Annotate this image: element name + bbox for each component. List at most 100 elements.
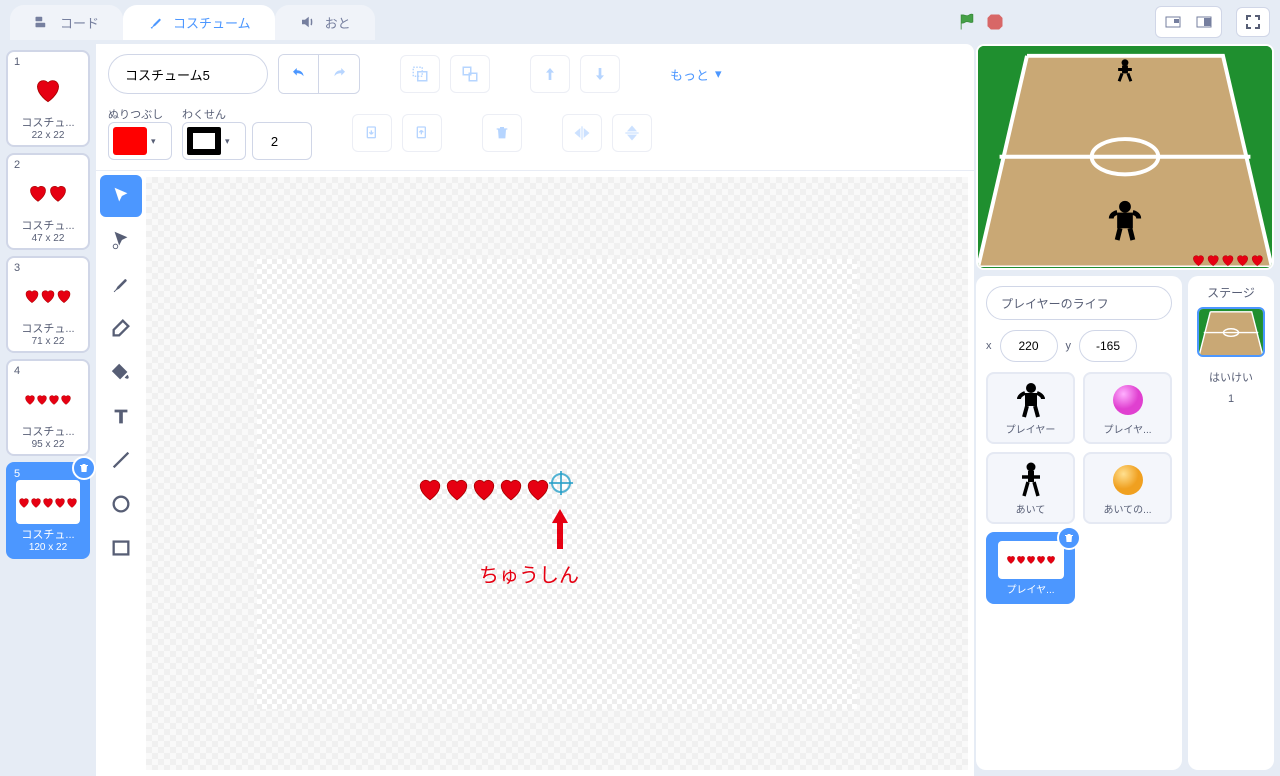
tab-code[interactable]: コード bbox=[10, 5, 123, 40]
fullscreen-button[interactable] bbox=[1236, 7, 1270, 37]
costume-name-label: コスチュ... bbox=[12, 526, 84, 542]
costume-name-input[interactable] bbox=[108, 54, 268, 94]
costume-number: 1 bbox=[14, 56, 20, 68]
y-input[interactable] bbox=[1079, 330, 1137, 362]
code-icon bbox=[34, 13, 52, 31]
x-input[interactable] bbox=[1000, 330, 1058, 362]
sprite-tile-opponent-ball[interactable]: あいての... bbox=[1083, 452, 1172, 524]
costume-item-5[interactable]: 5 コスチュ... 120 x 22 bbox=[6, 462, 90, 559]
more-dropdown[interactable]: もっと ▾ bbox=[660, 65, 732, 84]
tab-costumes[interactable]: コスチューム bbox=[123, 5, 275, 40]
text-tool[interactable] bbox=[100, 395, 142, 437]
x-label: x bbox=[986, 340, 992, 352]
large-stage-button[interactable] bbox=[1190, 10, 1218, 34]
eraser-tool[interactable] bbox=[100, 307, 142, 349]
canvas-background[interactable]: ちゅうしん bbox=[146, 177, 968, 770]
costume-size-label: 47 x 22 bbox=[12, 233, 84, 244]
ungroup-button[interactable] bbox=[450, 55, 490, 93]
tab-code-label: コード bbox=[60, 13, 99, 32]
costume-name-label: コスチュ... bbox=[12, 114, 84, 130]
redo-button[interactable] bbox=[319, 55, 359, 93]
stage-panel: ステージ はいけい 1 bbox=[1188, 276, 1274, 770]
green-flag-icon[interactable] bbox=[957, 12, 977, 32]
artboard[interactable]: ちゅうしん bbox=[257, 259, 857, 709]
right-column: プレイヤーのライフ x y プレイヤー プレイヤ... bbox=[974, 44, 1280, 776]
outline-color-picker[interactable]: ▾ bbox=[182, 122, 246, 160]
costume-number: 5 bbox=[14, 468, 20, 480]
sprite-label: あいての... bbox=[1103, 501, 1151, 516]
costume-name-label: コスチュ... bbox=[12, 217, 84, 233]
copy-button[interactable] bbox=[352, 114, 392, 152]
backdrop-count: 1 bbox=[1228, 393, 1234, 405]
stage-size-buttons bbox=[1155, 6, 1222, 38]
line-tool[interactable] bbox=[100, 439, 142, 481]
canvas-area: ちゅうしん bbox=[96, 171, 974, 776]
chevron-down-icon: ▾ bbox=[715, 66, 722, 82]
costume-name-label: コスチュ... bbox=[12, 423, 84, 439]
sprite-tile-player-ball[interactable]: プレイヤ... bbox=[1083, 372, 1172, 444]
costume-item-2[interactable]: 2 コスチュ... 47 x 22 bbox=[6, 153, 90, 250]
sprite-thumbnail bbox=[1018, 461, 1044, 499]
sprite-tile-opponent[interactable]: あいて bbox=[986, 452, 1075, 524]
reshape-tool[interactable] bbox=[100, 219, 142, 261]
sprite-thumbnail bbox=[1111, 381, 1145, 419]
stop-icon[interactable] bbox=[985, 12, 1005, 32]
sprite-tile-player[interactable]: プレイヤー bbox=[986, 372, 1075, 444]
rectangle-tool[interactable] bbox=[100, 527, 142, 569]
sprite-thumbnail bbox=[1016, 381, 1046, 419]
sprite-name-input[interactable]: プレイヤーのライフ bbox=[986, 286, 1172, 320]
undo-button[interactable] bbox=[279, 55, 319, 93]
top-bar: コード コスチューム おと bbox=[0, 0, 1280, 44]
sprite-tile-player-life[interactable]: プレイヤ... bbox=[986, 532, 1075, 604]
costume-item-3[interactable]: 3 コスチュ... 71 x 22 bbox=[6, 256, 90, 353]
backward-button[interactable] bbox=[580, 55, 620, 93]
paste-button[interactable] bbox=[402, 114, 442, 152]
stage-thumbnail[interactable] bbox=[1197, 307, 1265, 357]
sprite-panel: プレイヤーのライフ x y プレイヤー プレイヤ... bbox=[976, 276, 1182, 770]
annotation-arrow bbox=[550, 507, 570, 551]
fill-color-picker[interactable]: ▾ bbox=[108, 122, 172, 160]
backdrop-label: はいけい bbox=[1209, 369, 1253, 385]
toolbar-row-1: もっと ▾ bbox=[108, 54, 962, 94]
tab-sounds[interactable]: おと bbox=[275, 5, 375, 40]
tab-sounds-label: おと bbox=[325, 13, 351, 32]
flip-vertical-button[interactable] bbox=[612, 114, 652, 152]
outline-width-input[interactable] bbox=[252, 122, 312, 160]
toolbar-row-2: ぬりつぶし ▾ わくせん ▾ bbox=[108, 106, 962, 160]
outline-label: わくせん bbox=[182, 106, 312, 122]
flip-horizontal-button[interactable] bbox=[562, 114, 602, 152]
more-label: もっと bbox=[670, 65, 709, 84]
fill-tool[interactable] bbox=[100, 351, 142, 393]
run-controls bbox=[957, 12, 1005, 32]
annotation-text: ちゅうしん bbox=[479, 559, 579, 588]
tab-costumes-label: コスチューム bbox=[173, 13, 251, 32]
arrow-up-icon bbox=[550, 507, 570, 551]
main-layout: 1 コスチュ... 22 x 22 2 コスチュ... 47 x 22 3 コス… bbox=[0, 44, 1280, 776]
forward-button[interactable] bbox=[530, 55, 570, 93]
stage-title: ステージ bbox=[1207, 284, 1255, 301]
costume-name-label: コスチュ... bbox=[12, 320, 84, 336]
outline-swatch bbox=[187, 127, 221, 155]
group-button[interactable] bbox=[400, 55, 440, 93]
delete-sprite-button[interactable] bbox=[1057, 526, 1081, 550]
stage-content bbox=[978, 46, 1272, 267]
costume-thumbnail bbox=[16, 171, 80, 215]
fill-label: ぬりつぶし bbox=[108, 106, 172, 122]
sprite-info: プレイヤーのライフ bbox=[986, 286, 1172, 320]
paint-editor: もっと ▾ ぬりつぶし ▾ わくせん ▾ bbox=[96, 44, 974, 776]
stage-preview[interactable] bbox=[976, 44, 1274, 270]
costume-item-1[interactable]: 1 コスチュ... 22 x 22 bbox=[6, 50, 90, 147]
drawing-tools bbox=[96, 171, 144, 776]
canvas-wrapper: ちゅうしん bbox=[144, 171, 974, 776]
select-tool[interactable] bbox=[100, 175, 142, 217]
circle-tool[interactable] bbox=[100, 483, 142, 525]
delete-costume-button[interactable] bbox=[72, 456, 96, 480]
sprite-label: プレイヤ... bbox=[1006, 581, 1054, 596]
delete-button[interactable] bbox=[482, 114, 522, 152]
costume-size-label: 22 x 22 bbox=[12, 130, 84, 141]
costume-item-4[interactable]: 4 コスチュ... 95 x 22 bbox=[6, 359, 90, 456]
brush-tool[interactable] bbox=[100, 263, 142, 305]
small-stage-button[interactable] bbox=[1159, 10, 1187, 34]
costume-list: 1 コスチュ... 22 x 22 2 コスチュ... 47 x 22 3 コス… bbox=[0, 44, 96, 776]
sprite-coords: x y bbox=[986, 330, 1172, 362]
